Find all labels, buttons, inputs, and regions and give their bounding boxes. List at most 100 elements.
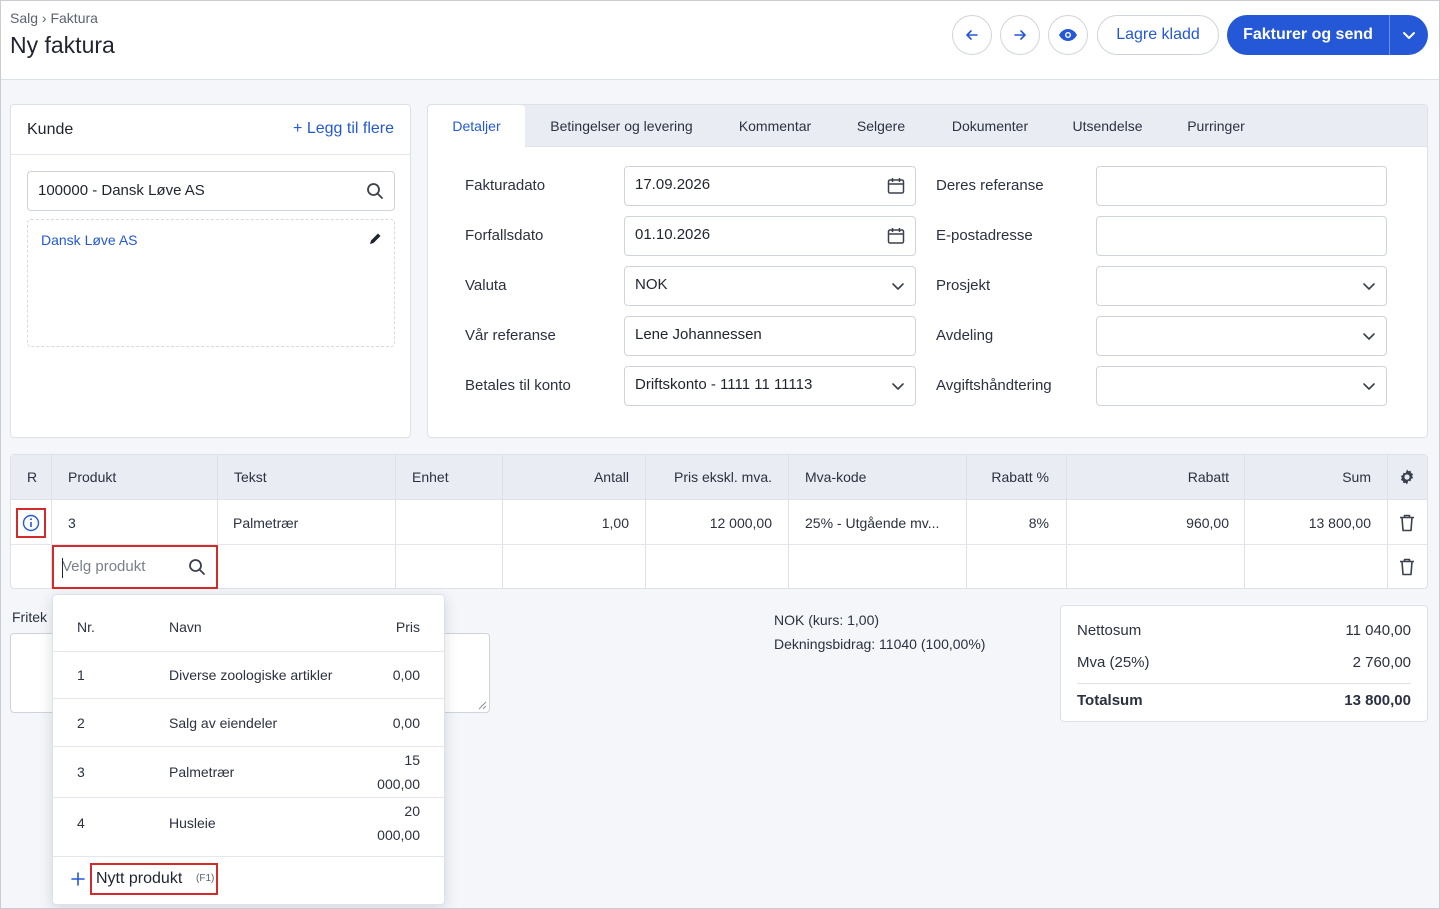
column-mva-kode: Mva-kode bbox=[805, 469, 867, 485]
plus-icon[interactable] bbox=[70, 871, 86, 887]
prosjekt-select[interactable] bbox=[1096, 266, 1387, 306]
invoice-send-button[interactable]: Fakturer og send bbox=[1227, 15, 1389, 55]
dropdown-divider bbox=[53, 797, 444, 798]
customer-panel-header: Kunde + Legg til flere bbox=[11, 105, 410, 155]
prosjekt-label: Prosjekt bbox=[936, 277, 991, 294]
trash-icon[interactable] bbox=[1399, 501, 1415, 545]
betales-til-konto-select[interactable]: Driftskonto - 1111 11 11113 bbox=[624, 366, 916, 406]
column-rabatt-pct: Rabatt % bbox=[991, 469, 1049, 485]
column-rabatt: Rabatt bbox=[1187, 469, 1229, 485]
var-referanse-label: Vår referanse bbox=[465, 327, 556, 344]
product-select-input[interactable]: Velg produkt bbox=[52, 545, 218, 589]
column-antall: Antall bbox=[593, 469, 629, 485]
new-product-label: Nytt produkt bbox=[96, 870, 183, 887]
valuta-value: NOK bbox=[635, 276, 668, 293]
avgiftshandtering-select[interactable] bbox=[1096, 366, 1387, 406]
deres-referanse-field[interactable] bbox=[1096, 166, 1387, 206]
betales-til-konto-label: Betales til konto bbox=[465, 377, 571, 394]
new-product-button[interactable]: Nytt produkt (F1) bbox=[90, 863, 218, 895]
customer-card: Dansk Løve AS bbox=[27, 219, 395, 347]
e-postadresse-field[interactable] bbox=[1096, 216, 1387, 256]
pencil-icon[interactable] bbox=[368, 232, 382, 251]
new-product-shortcut: (F1) bbox=[196, 873, 215, 884]
row-antall[interactable]: 1,00 bbox=[503, 501, 629, 545]
breadcrumb[interactable]: Salg › Faktura bbox=[10, 10, 98, 26]
customer-search-input[interactable]: 100000 - Dansk Løve AS bbox=[27, 171, 395, 211]
next-button[interactable] bbox=[1000, 15, 1040, 55]
tab-kommentar[interactable]: Kommentar bbox=[718, 105, 832, 147]
product-select-placeholder: Velg produkt bbox=[62, 558, 146, 575]
trash-icon[interactable] bbox=[1399, 545, 1415, 589]
resize-handle-icon[interactable] bbox=[477, 700, 487, 710]
forfallsdato-value: 01.10.2026 bbox=[635, 226, 711, 243]
calendar-icon[interactable] bbox=[887, 177, 905, 199]
e-postadresse-label: E-postadresse bbox=[936, 227, 1033, 244]
tab-selgere[interactable]: Selgere bbox=[832, 105, 930, 147]
table-divider bbox=[1387, 455, 1388, 589]
fritekst-label: Fritek bbox=[12, 609, 47, 625]
avgiftshandtering-label: Avgiftshåndtering bbox=[936, 377, 1052, 394]
valuta-select[interactable]: NOK bbox=[624, 266, 916, 306]
item-nr: 3 bbox=[77, 764, 85, 780]
chevron-down-icon bbox=[1403, 32, 1415, 39]
customer-name-link[interactable]: Dansk Løve AS bbox=[41, 232, 138, 248]
item-pris: 0,00 bbox=[392, 715, 420, 731]
dropdown-divider bbox=[53, 856, 444, 857]
row-rabatt[interactable]: 960,00 bbox=[1067, 501, 1229, 545]
invoice-options-button[interactable] bbox=[1389, 15, 1428, 55]
totalsum-label: Totalsum bbox=[1077, 692, 1143, 709]
fakturadato-field[interactable]: 17.09.2026 bbox=[624, 166, 916, 206]
chevron-down-icon bbox=[891, 277, 905, 299]
tab-purringer[interactable]: Purringer bbox=[1165, 105, 1267, 147]
nettosum-label: Nettosum bbox=[1077, 622, 1142, 639]
mva-value: 2 760,00 bbox=[1352, 654, 1411, 671]
gear-icon[interactable] bbox=[1398, 468, 1416, 488]
fakturadato-label: Fakturadato bbox=[465, 177, 546, 194]
customer-panel: Kunde + Legg til flere 100000 - Dansk Lø… bbox=[10, 104, 411, 438]
dropdown-header-nr: Nr. bbox=[77, 619, 95, 635]
calendar-icon[interactable] bbox=[887, 227, 905, 249]
item-navn: Palmetrær bbox=[169, 764, 235, 780]
mva-label: Mva (25%) bbox=[1077, 654, 1150, 671]
dropdown-divider bbox=[53, 746, 444, 747]
row-mva-kode[interactable]: 25% - Utgående mv... bbox=[805, 501, 939, 545]
totalsum-value: 13 800,00 bbox=[1344, 692, 1411, 709]
info-icon[interactable] bbox=[16, 508, 46, 538]
var-referanse-value: Lene Johannessen bbox=[635, 326, 762, 343]
row-pris[interactable]: 12 000,00 bbox=[646, 501, 772, 545]
dropdown-divider bbox=[53, 651, 444, 652]
search-icon[interactable] bbox=[366, 182, 384, 204]
item-pris-line1: 15 bbox=[404, 752, 420, 768]
table-divider bbox=[395, 455, 396, 589]
table-divider bbox=[788, 455, 789, 589]
var-referanse-field[interactable]: Lene Johannessen bbox=[624, 316, 916, 356]
customer-search-value: 100000 - Dansk Løve AS bbox=[38, 182, 205, 199]
tab-bar: Detaljer Betingelser og levering Komment… bbox=[428, 105, 1427, 148]
column-enhet: Enhet bbox=[412, 469, 449, 485]
column-r: R bbox=[27, 469, 38, 485]
chevron-down-icon bbox=[891, 377, 905, 399]
save-draft-button[interactable]: Lagre kladd bbox=[1097, 15, 1219, 55]
previous-button[interactable] bbox=[952, 15, 992, 55]
tab-dokumenter[interactable]: Dokumenter bbox=[930, 105, 1050, 147]
preview-button[interactable] bbox=[1048, 15, 1088, 55]
item-nr: 1 bbox=[77, 667, 85, 683]
row-tekst[interactable]: Palmetrær bbox=[233, 501, 298, 545]
tab-betingelser[interactable]: Betingelser og levering bbox=[525, 105, 718, 147]
tab-detaljer[interactable]: Detaljer bbox=[428, 105, 525, 148]
item-nr: 4 bbox=[77, 815, 85, 831]
item-pris: 0,00 bbox=[392, 667, 420, 683]
row-produkt[interactable]: 3 bbox=[68, 501, 76, 545]
deres-referanse-label: Deres referanse bbox=[936, 177, 1044, 194]
add-more-customers-link[interactable]: + Legg til flere bbox=[293, 120, 394, 138]
avdeling-select[interactable] bbox=[1096, 316, 1387, 356]
forfallsdato-field[interactable]: 01.10.2026 bbox=[624, 216, 916, 256]
search-icon[interactable] bbox=[188, 558, 206, 581]
tab-utsendelse[interactable]: Utsendelse bbox=[1050, 105, 1165, 147]
page-header: Salg › Faktura Ny faktura Lagre kladd Fa… bbox=[0, 0, 1440, 80]
table-header: R Produkt Tekst Enhet Antall Pris ekskl.… bbox=[11, 455, 1427, 500]
arrow-left-icon bbox=[966, 30, 978, 40]
forfallsdato-label: Forfallsdato bbox=[465, 227, 544, 244]
totals-divider bbox=[1077, 683, 1411, 684]
row-rabatt-pct[interactable]: 8% bbox=[967, 501, 1049, 545]
